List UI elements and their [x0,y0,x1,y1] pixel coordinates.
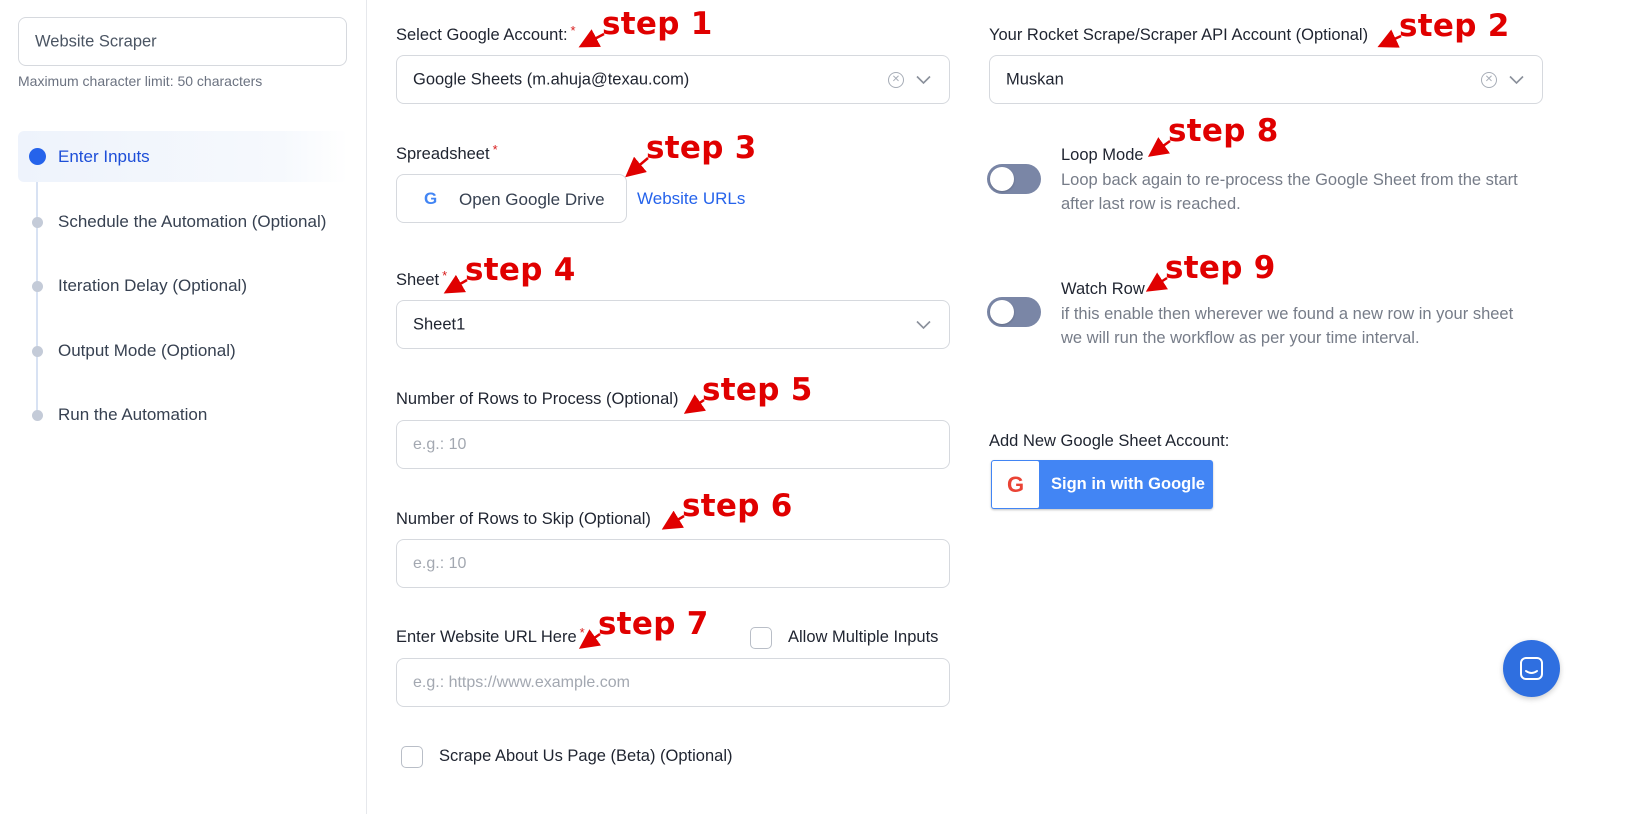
arrow-step-2 [1377,29,1402,48]
arrow-step-4 [443,274,468,294]
arrow-step-6 [661,510,685,530]
arrow-step-5 [683,394,707,414]
arrow-step-8 [1147,137,1171,157]
arrow-step-9 [1145,272,1169,292]
arrow-step-7 [578,629,602,649]
arrow-step-3 [625,156,649,178]
arrow-step-1 [578,29,605,48]
annotation-arrows [443,29,1402,649]
